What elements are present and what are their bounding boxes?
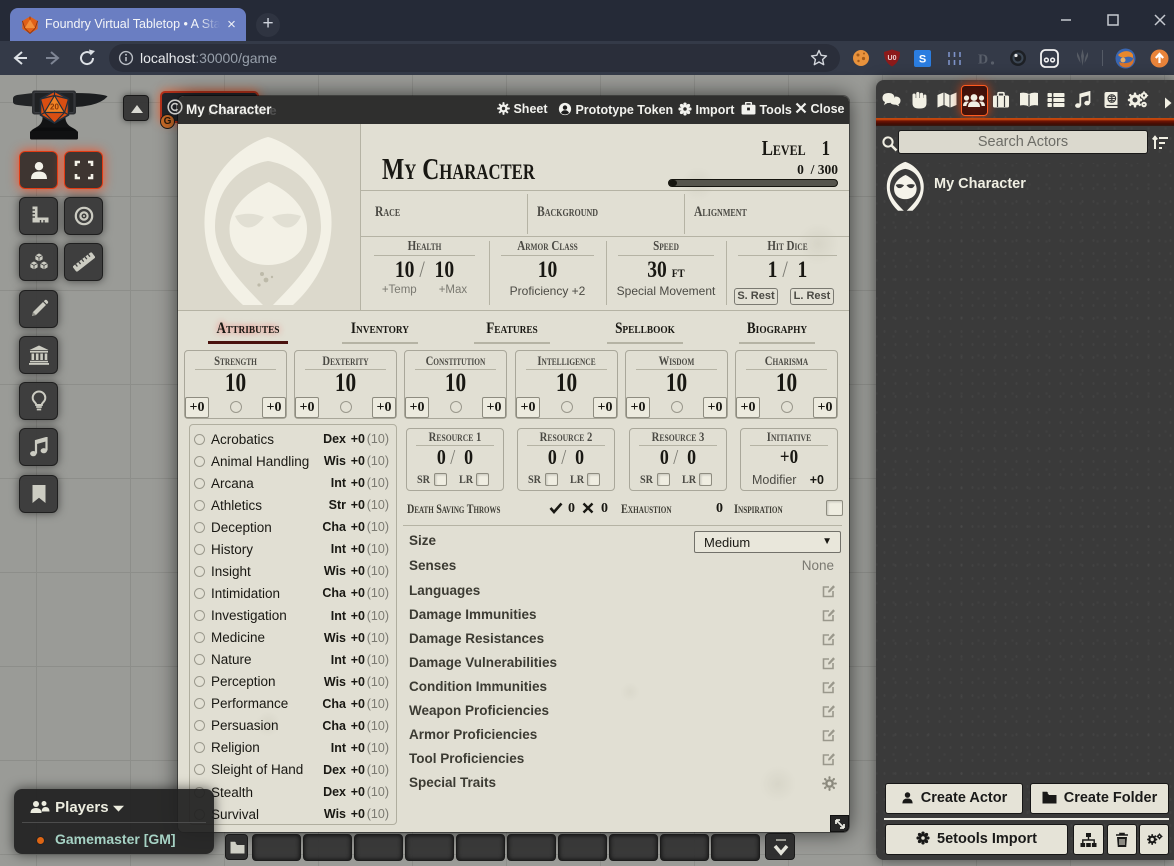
- svg-text:20: 20: [50, 103, 59, 112]
- svg-text:U0: U0: [888, 55, 897, 62]
- svg-text:D: D: [978, 53, 988, 68]
- svg-text:S: S: [919, 54, 926, 66]
